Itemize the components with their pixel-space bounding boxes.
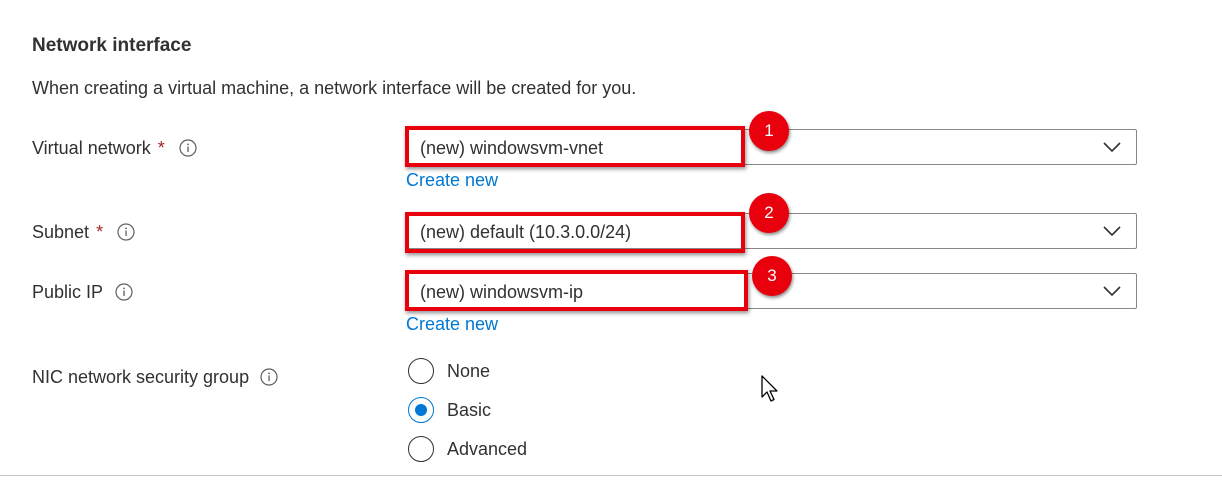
info-icon[interactable] — [260, 368, 278, 386]
virtual-network-label-text: Virtual network — [32, 138, 151, 158]
radio-advanced[interactable] — [408, 436, 434, 462]
virtual-network-create-new-link[interactable]: Create new — [406, 168, 498, 192]
required-asterisk: * — [157, 138, 165, 158]
callout-badge-2: 2 — [749, 193, 789, 233]
subnet-label-text: Subnet — [32, 222, 90, 242]
virtual-network-label: Virtual network * — [32, 136, 197, 160]
info-icon[interactable] — [115, 283, 133, 301]
radio-none[interactable] — [408, 358, 434, 384]
nic-nsg-label-text: NIC network security group — [32, 367, 250, 387]
chevron-down-icon — [1103, 226, 1121, 237]
radio-option-none[interactable]: None — [408, 357, 490, 385]
chevron-down-icon — [1103, 142, 1121, 153]
subnet-label: Subnet * — [32, 220, 135, 244]
chevron-down-icon — [1103, 286, 1121, 297]
nic-nsg-label: NIC network security group — [32, 365, 278, 389]
info-icon[interactable] — [117, 223, 135, 241]
radio-label-basic: Basic — [447, 400, 492, 420]
radio-option-advanced[interactable]: Advanced — [408, 435, 527, 463]
required-asterisk: * — [96, 222, 104, 242]
subnet-value: (new) default (10.3.0.0/24) — [420, 222, 632, 242]
public-ip-label: Public IP — [32, 280, 133, 304]
public-ip-create-new-link[interactable]: Create new — [406, 312, 498, 336]
callout-badge-1: 1 — [749, 111, 789, 151]
section-description: When creating a virtual machine, a netwo… — [32, 78, 637, 98]
info-icon[interactable] — [179, 139, 197, 157]
public-ip-value: (new) windowsvm-ip — [420, 282, 584, 302]
public-ip-label-text: Public IP — [32, 282, 104, 302]
radio-basic[interactable] — [408, 397, 434, 423]
section-title: Network interface — [32, 35, 192, 56]
virtual-network-value: (new) windowsvm-vnet — [420, 138, 604, 158]
radio-option-basic[interactable]: Basic — [408, 396, 491, 424]
callout-badge-3: 3 — [752, 256, 792, 296]
mouse-cursor-icon — [761, 375, 778, 402]
radio-label-none: None — [447, 361, 491, 381]
radio-label-advanced: Advanced — [447, 439, 528, 459]
section-divider — [0, 475, 1222, 476]
